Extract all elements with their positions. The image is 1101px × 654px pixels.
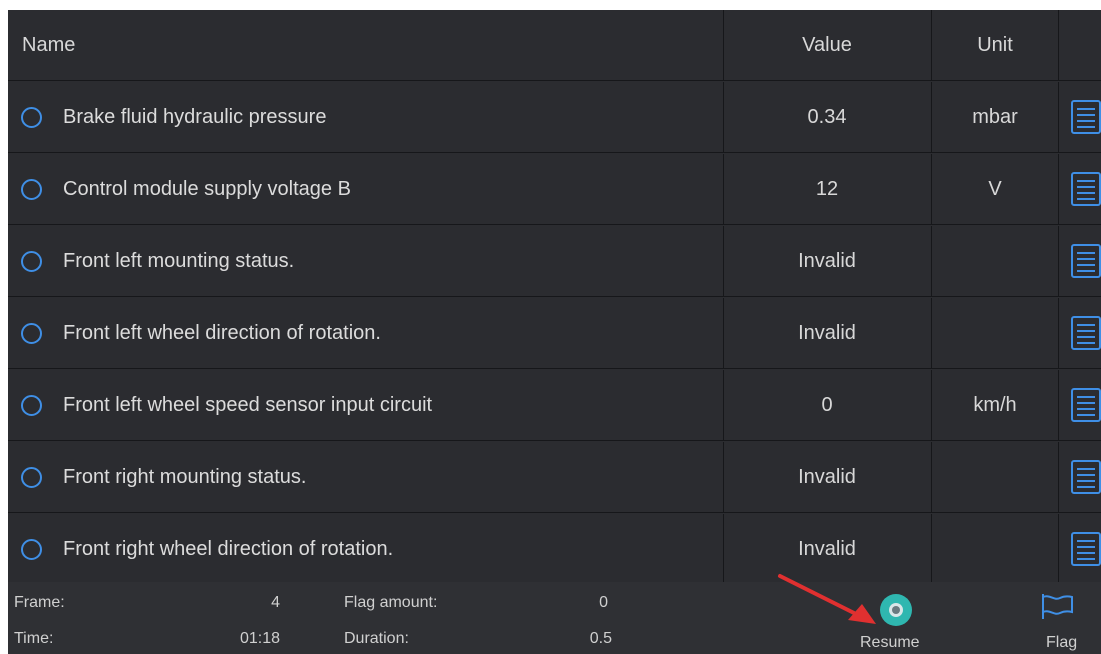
radio-circle-icon[interactable]	[21, 107, 42, 128]
radio-circle-icon[interactable]	[21, 323, 42, 344]
header-unit: Unit	[977, 33, 1013, 56]
table-row[interactable]: Front left mounting status. Invalid	[8, 226, 1101, 297]
row-value: Invalid	[798, 465, 856, 488]
duration-label: Duration:	[344, 630, 409, 647]
duration-value: 0.5	[589, 630, 612, 647]
row-value: 0.34	[807, 105, 847, 128]
row-name: Control module supply voltage B	[63, 177, 351, 200]
row-unit	[932, 298, 1058, 368]
row-unit: mbar	[972, 105, 1018, 128]
flag-label: Flag	[1046, 634, 1078, 651]
radio-circle-icon[interactable]	[21, 179, 42, 200]
resume-label: Resume	[860, 634, 920, 651]
row-value: 12	[815, 177, 839, 200]
table-row[interactable]: Front right mounting status. Invalid	[8, 442, 1101, 513]
table-row[interactable]: Control module supply voltage B 12 V	[8, 154, 1101, 225]
radio-circle-icon[interactable]	[21, 395, 42, 416]
table-header: Name Value Unit	[8, 10, 1101, 81]
row-name: Front right wheel direction of rotation.	[63, 537, 394, 560]
footer-status-bar: Frame: 4 Flag amount: 0 Time: 01:18 Dura…	[8, 582, 1101, 654]
table-row[interactable]: Front left wheel speed sensor input circ…	[8, 370, 1101, 441]
red-arrow-icon	[778, 574, 876, 624]
data-stream-screen: Name Value Unit Brake fluid hydraulic pr…	[8, 10, 1101, 654]
row-unit	[932, 514, 1058, 584]
time-label: Time:	[14, 630, 54, 647]
frame-value: 4	[271, 594, 280, 611]
list-detail-icon[interactable]	[1071, 316, 1101, 350]
list-detail-icon[interactable]	[1071, 388, 1101, 422]
table-row[interactable]: Front left wheel direction of rotation. …	[8, 298, 1101, 369]
table-row[interactable]: Front right wheel direction of rotation.…	[8, 514, 1101, 585]
row-unit	[932, 442, 1058, 512]
list-detail-icon[interactable]	[1071, 460, 1101, 494]
list-detail-icon[interactable]	[1071, 100, 1101, 134]
column-divider	[1058, 226, 1059, 296]
list-detail-icon[interactable]	[1071, 172, 1101, 206]
time-value: 01:18	[239, 630, 280, 647]
row-value: Invalid	[798, 321, 856, 344]
column-divider	[1058, 298, 1059, 368]
row-unit: V	[988, 177, 1002, 200]
list-detail-icon[interactable]	[1071, 532, 1101, 566]
radio-circle-icon[interactable]	[21, 539, 42, 560]
flag-button[interactable]: Flag	[1032, 588, 1094, 654]
column-divider	[1058, 154, 1059, 224]
row-value: Invalid	[798, 249, 856, 272]
column-divider	[1058, 10, 1059, 80]
row-value: 0	[821, 393, 833, 416]
row-name: Front left wheel direction of rotation.	[63, 321, 381, 344]
frame-label: Frame:	[14, 594, 65, 611]
header-value: Value	[802, 33, 852, 56]
column-divider	[1058, 514, 1059, 584]
column-divider	[1058, 442, 1059, 512]
radio-circle-icon[interactable]	[21, 467, 42, 488]
header-name: Name	[22, 33, 76, 56]
flag-amount-value: 0	[599, 594, 608, 611]
flag-icon	[1042, 594, 1073, 619]
row-unit	[932, 226, 1058, 296]
row-name: Front left mounting status.	[63, 249, 295, 272]
radio-circle-icon[interactable]	[21, 251, 42, 272]
row-name: Front right mounting status.	[63, 465, 307, 488]
column-divider	[1058, 370, 1059, 440]
table-row[interactable]: Brake fluid hydraulic pressure 0.34 mbar	[8, 82, 1101, 153]
row-unit: km/h	[973, 393, 1017, 416]
row-name: Brake fluid hydraulic pressure	[63, 105, 327, 128]
list-detail-icon[interactable]	[1071, 244, 1101, 278]
row-name: Front left wheel speed sensor input circ…	[63, 393, 433, 416]
flag-amount-label: Flag amount:	[344, 594, 438, 611]
column-divider	[1058, 82, 1059, 152]
